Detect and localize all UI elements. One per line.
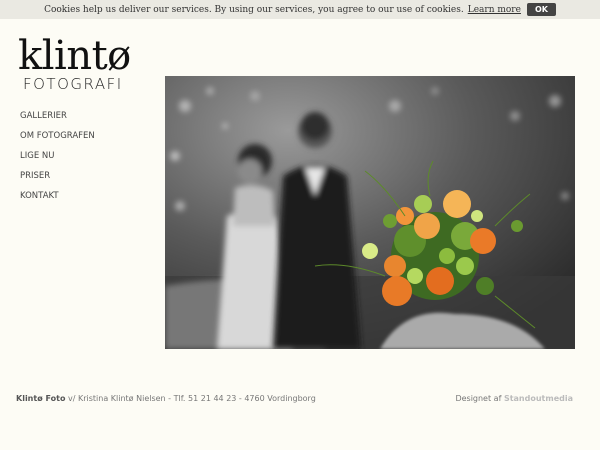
site-logo[interactable]: klintø FOTOGRAFI <box>18 36 131 93</box>
hero-photo-graphic <box>165 76 575 349</box>
cookie-ok-button[interactable]: OK <box>526 3 556 16</box>
footer-company: Klintø Foto <box>16 394 66 403</box>
footer-designed-by: Designet af <box>455 394 502 403</box>
footer-designer-link[interactable]: Standoutmedia <box>504 394 573 403</box>
cookie-bar: Cookies help us deliver our services. By… <box>0 0 600 19</box>
nav-item-priser[interactable]: PRISER <box>20 170 95 190</box>
learn-more-link[interactable]: Learn more <box>468 5 521 15</box>
nav-item-kontakt[interactable]: KONTAKT <box>20 190 95 210</box>
hero-photo <box>165 76 575 349</box>
footer-info: v/ Kristina Klintø Nielsen - Tlf. 51 21 … <box>65 394 316 403</box>
nav-item-om-fotografen[interactable]: OM FOTOGRAFEN <box>20 130 95 150</box>
nav-item-gallerier[interactable]: GALLERIER <box>20 110 95 130</box>
logo-subtitle: FOTOGRAFI <box>23 75 123 93</box>
nav-item-lige-nu[interactable]: LIGE NU <box>20 150 95 170</box>
cookie-message: Cookies help us deliver our services. By… <box>44 4 464 15</box>
main-nav: GALLERIER OM FOTOGRAFEN LIGE NU PRISER K… <box>20 110 95 210</box>
logo-title: klintø <box>18 33 131 79</box>
footer-credit: Designet af Standoutmedia <box>455 394 573 403</box>
footer-contact: Klintø Foto v/ Kristina Klintø Nielsen -… <box>16 394 316 403</box>
